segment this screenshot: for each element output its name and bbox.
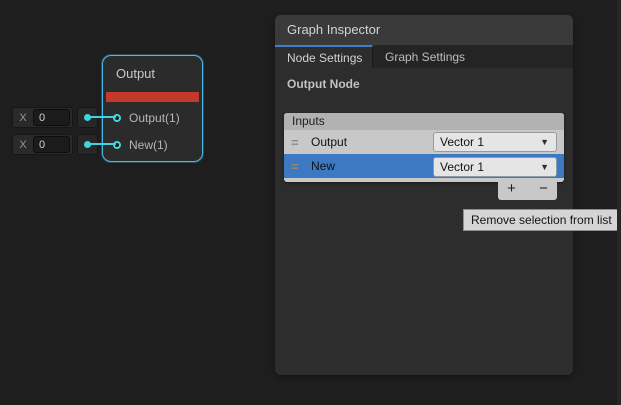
chevron-down-icon: ▼ [540,162,556,172]
port-row-new: New(1) [113,137,168,153]
type-dropdown[interactable]: Vector 1 ▼ [433,157,557,177]
list-item-new[interactable]: = New Vector 1 ▼ [284,154,564,178]
shader-graph-window: Output Output(1) New(1) X 0 X 0 Graph In… [0,0,621,405]
drag-handle-icon[interactable]: = [291,136,305,149]
port-label: Output(1) [129,111,180,125]
section-title: Output Node [287,77,360,91]
tab-label: Node Settings [287,51,362,65]
edge-connection [88,116,116,118]
list-item-output[interactable]: = Output Vector 1 ▼ [284,130,564,154]
x-axis-label: X [13,139,33,151]
remove-item-button[interactable]: − [533,180,555,198]
x-value-input[interactable]: 0 [33,136,70,153]
node-divider-bar [106,92,199,102]
drag-handle-icon[interactable]: = [291,160,305,173]
node-title: Output [103,56,202,91]
inputs-list-header: Inputs [284,113,564,130]
port-row-output: Output(1) [113,110,180,126]
inputs-list: Inputs = Output Vector 1 ▼ = New Vector … [284,113,564,182]
output-node[interactable]: Output Output(1) New(1) [102,55,203,162]
add-item-button[interactable]: + [501,180,523,198]
window-edge-divider [617,0,621,405]
dropdown-value: Vector 1 [434,160,540,174]
x-axis-label: X [13,112,33,124]
tab-label: Graph Settings [385,50,465,64]
x-value-input[interactable]: 0 [33,109,70,126]
graph-inspector-panel: Graph Inspector Node Settings Graph Sett… [275,15,573,375]
list-item-label: Output [311,135,347,149]
edge-connection [88,143,116,145]
vector-x-field: X 0 [12,134,73,155]
tab-graph-settings[interactable]: Graph Settings [373,45,465,68]
list-footer: + − [498,178,557,200]
panel-title[interactable]: Graph Inspector [275,15,573,45]
list-item-label: New [311,159,335,173]
dropdown-value: Vector 1 [434,135,540,149]
port-label: New(1) [129,138,168,152]
type-dropdown[interactable]: Vector 1 ▼ [433,132,557,152]
tooltip: Remove selection from list [463,209,620,231]
tab-bar: Node Settings Graph Settings [275,45,573,68]
tab-node-settings[interactable]: Node Settings [275,45,373,68]
chevron-down-icon: ▼ [540,137,556,147]
vector-x-field: X 0 [12,107,73,128]
